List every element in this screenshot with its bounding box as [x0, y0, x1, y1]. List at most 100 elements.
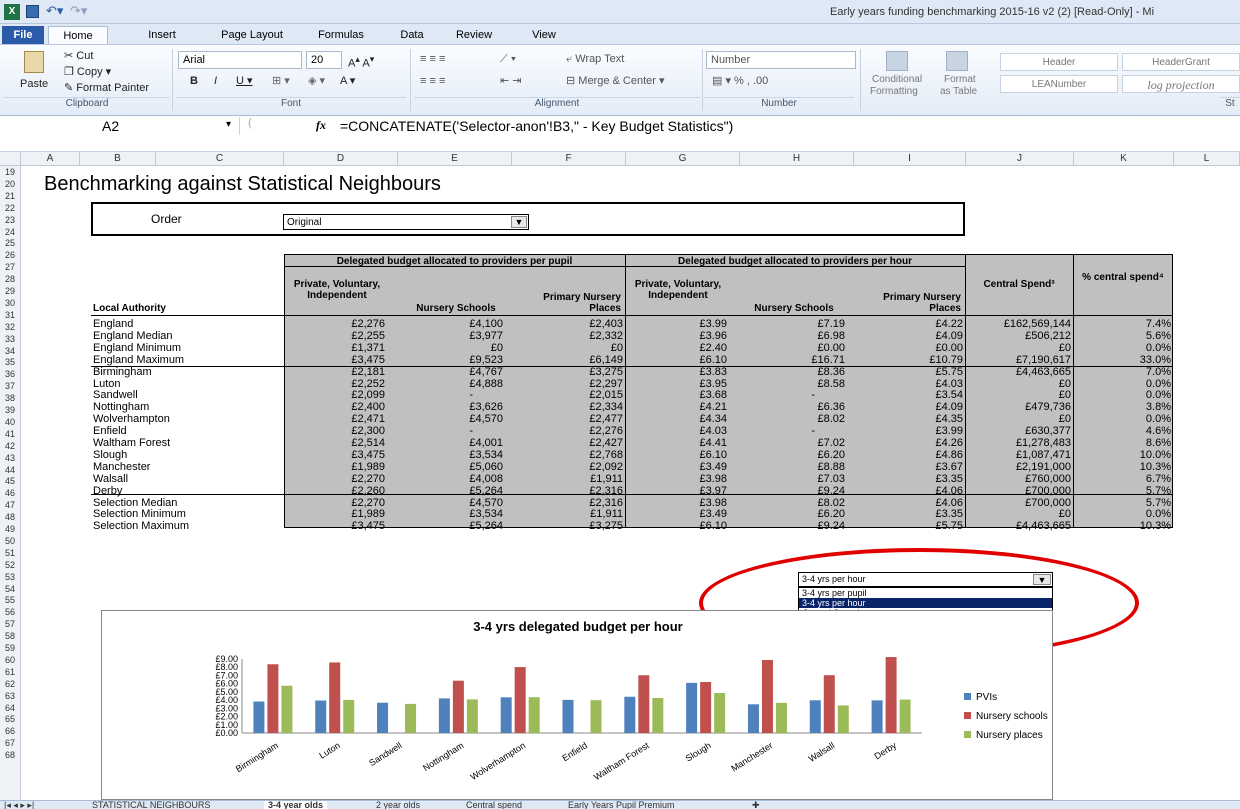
- row-header[interactable]: 39: [0, 405, 20, 417]
- select-all-corner[interactable]: [0, 152, 21, 166]
- sheet-tab-2-year-olds[interactable]: 2 year olds: [376, 801, 420, 809]
- dropdown-option[interactable]: 3-4 yrs per hour: [799, 598, 1052, 608]
- underline-icon[interactable]: U ▾: [236, 74, 253, 88]
- row-header[interactable]: 63: [0, 691, 20, 703]
- sheet-tab-3-4-year-olds[interactable]: 3-4 year olds: [264, 801, 328, 809]
- tab-scroll-icon[interactable]: |◂ ◂ ▸ ▸|: [4, 801, 34, 809]
- row-header[interactable]: 35: [0, 357, 20, 369]
- row-header[interactable]: 60: [0, 655, 20, 667]
- chart-type-select[interactable]: 3-4 yrs per hour ▼: [798, 572, 1053, 587]
- column-header[interactable]: D: [284, 152, 398, 166]
- row-header[interactable]: 65: [0, 714, 20, 726]
- paste-icon[interactable]: [24, 51, 44, 73]
- align-top-icon[interactable]: ≡ ≡ ≡: [420, 52, 445, 66]
- row-header[interactable]: 22: [0, 203, 20, 215]
- tab-file[interactable]: File: [2, 26, 44, 44]
- column-header[interactable]: I: [854, 152, 966, 166]
- font-color-icon[interactable]: A ▾: [340, 74, 355, 88]
- align-left-icon[interactable]: ≡ ≡ ≡: [420, 74, 445, 88]
- column-header[interactable]: K: [1074, 152, 1174, 166]
- chevron-down-icon[interactable]: ▼: [511, 216, 527, 228]
- name-box-dropdown-icon[interactable]: ▾: [226, 119, 231, 130]
- row-header[interactable]: 42: [0, 441, 20, 453]
- column-header[interactable]: J: [966, 152, 1074, 166]
- tab-view[interactable]: View: [522, 26, 566, 44]
- row-header[interactable]: 62: [0, 679, 20, 691]
- tab-page-layout[interactable]: Page Layout: [210, 26, 294, 44]
- row-header[interactable]: 25: [0, 238, 20, 250]
- row-header[interactable]: 19: [0, 167, 20, 179]
- row-header[interactable]: 49: [0, 524, 20, 536]
- worksheet[interactable]: Benchmarking against Statistical Neighbo…: [21, 166, 1240, 800]
- row-header[interactable]: 40: [0, 417, 20, 429]
- chevron-down-icon[interactable]: ▼: [1033, 574, 1051, 585]
- sheet-tab-statistical-neighbours[interactable]: STATISTICAL NEIGHBOURS: [92, 801, 210, 809]
- row-header[interactable]: 23: [0, 215, 20, 227]
- fill-color-icon[interactable]: ◈ ▾: [308, 74, 325, 88]
- copy-button[interactable]: ❐ Copy ▾: [64, 65, 111, 79]
- undo-icon[interactable]: ↶▾: [46, 3, 63, 19]
- sheet-tab-central-spend[interactable]: Central spend: [466, 801, 522, 809]
- row-header[interactable]: 36: [0, 369, 20, 381]
- row-header[interactable]: 67: [0, 738, 20, 750]
- redo-icon[interactable]: ↷▾: [70, 3, 87, 19]
- row-header[interactable]: 34: [0, 346, 20, 358]
- style-log-projection[interactable]: log projection: [1122, 75, 1240, 93]
- style-header[interactable]: Header: [1000, 53, 1118, 71]
- row-header[interactable]: 52: [0, 560, 20, 572]
- order-select[interactable]: Original ▼: [283, 214, 529, 230]
- row-header[interactable]: 51: [0, 548, 20, 560]
- font-name-select[interactable]: Arial: [178, 51, 302, 69]
- row-header[interactable]: 53: [0, 572, 20, 584]
- row-header[interactable]: 66: [0, 726, 20, 738]
- grow-font-icon[interactable]: A▴ A▾: [348, 52, 374, 71]
- row-header[interactable]: 37: [0, 381, 20, 393]
- orientation-icon[interactable]: ⟋ ▾: [500, 52, 516, 66]
- row-header[interactable]: 56: [0, 607, 20, 619]
- row-header[interactable]: 30: [0, 298, 20, 310]
- cut-button[interactable]: ✂ Cut: [64, 49, 93, 63]
- row-header[interactable]: 20: [0, 179, 20, 191]
- row-header[interactable]: 21: [0, 191, 20, 203]
- style-header-grant[interactable]: HeaderGrant: [1122, 53, 1240, 71]
- column-header[interactable]: A: [21, 152, 80, 166]
- column-header[interactable]: B: [80, 152, 156, 166]
- row-header[interactable]: 58: [0, 631, 20, 643]
- row-header[interactable]: 68: [0, 750, 20, 762]
- row-header[interactable]: 38: [0, 393, 20, 405]
- tab-data[interactable]: Data: [392, 26, 432, 44]
- tab-formulas[interactable]: Formulas: [308, 26, 374, 44]
- save-icon[interactable]: [26, 5, 39, 18]
- chart-area[interactable]: 3-4 yrs delegated budget per hour £0.00 £…: [101, 610, 1053, 800]
- tab-review[interactable]: Review: [448, 26, 500, 44]
- row-header[interactable]: 33: [0, 334, 20, 346]
- row-header[interactable]: 46: [0, 488, 20, 500]
- italic-icon[interactable]: I: [214, 74, 217, 88]
- tab-insert[interactable]: Insert: [140, 26, 184, 44]
- row-header[interactable]: 54: [0, 584, 20, 596]
- sheet-tab-early-years-pupil-premium[interactable]: Early Years Pupil Premium: [568, 801, 675, 809]
- row-header[interactable]: 59: [0, 643, 20, 655]
- indent-icon[interactable]: ⇤ ⇥: [500, 74, 522, 88]
- paste-button[interactable]: Paste: [20, 77, 48, 91]
- row-header[interactable]: 55: [0, 595, 20, 607]
- style-lea-number[interactable]: LEANumber: [1000, 75, 1118, 93]
- insert-function-icon[interactable]: fx: [316, 118, 326, 133]
- row-header[interactable]: 45: [0, 476, 20, 488]
- row-header[interactable]: 32: [0, 322, 20, 334]
- wrap-text-button[interactable]: ⤶ Wrap Text: [566, 52, 624, 66]
- column-header[interactable]: C: [156, 152, 284, 166]
- column-header[interactable]: G: [626, 152, 740, 166]
- column-header[interactable]: E: [398, 152, 512, 166]
- row-header[interactable]: 28: [0, 274, 20, 286]
- row-header[interactable]: 48: [0, 512, 20, 524]
- currency-icon[interactable]: ▤ ▾ % , .00: [712, 74, 768, 88]
- row-header[interactable]: 27: [0, 262, 20, 274]
- row-header[interactable]: 24: [0, 227, 20, 239]
- column-header[interactable]: H: [740, 152, 854, 166]
- row-header[interactable]: 64: [0, 703, 20, 715]
- row-header[interactable]: 61: [0, 667, 20, 679]
- row-header[interactable]: 26: [0, 250, 20, 262]
- bold-icon[interactable]: B: [190, 74, 198, 88]
- row-header[interactable]: 41: [0, 429, 20, 441]
